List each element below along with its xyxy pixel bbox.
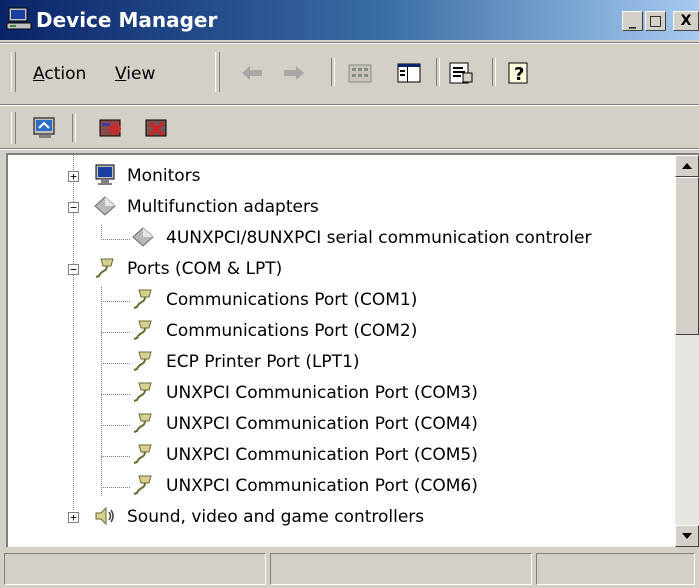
menu-action-mnemonic: A <box>33 64 45 84</box>
tree-item-label: Monitors <box>127 166 201 186</box>
update-driver-icon[interactable] <box>97 115 125 141</box>
tree-item-label: UNXPCI Communication Port (COM5) <box>166 445 478 465</box>
device-toolbar <box>0 106 699 150</box>
tree-item-lpt1[interactable]: ECP Printer Port (LPT1) <box>8 347 648 378</box>
toolbar-separator <box>492 58 496 86</box>
title-bar[interactable]: Device Manager _ □ X <box>0 0 699 40</box>
window-title: Device Manager <box>36 8 218 32</box>
separator-line <box>0 148 699 150</box>
show-hide-tree-icon[interactable] <box>395 60 423 86</box>
tree-item-label: 4UNXPCI/8UNXPCI serial communication con… <box>166 228 592 248</box>
svg-text:?: ? <box>514 64 524 85</box>
menu-view[interactable]: View <box>115 64 155 84</box>
close-button[interactable]: X <box>673 11 699 31</box>
tree-item-com4[interactable]: UNXPCI Communication Port (COM4) <box>8 409 648 440</box>
scroll-thumb[interactable] <box>675 177 699 335</box>
port-connector-icon <box>95 258 114 278</box>
port-connector-icon <box>133 289 152 309</box>
menu-view-label: iew <box>126 64 156 84</box>
toolbar-separator <box>72 114 76 142</box>
tree-item-label: UNXPCI Communication Port (COM3) <box>166 383 478 403</box>
tree-item-label: Multifunction adapters <box>127 197 319 217</box>
multifunction-adapter-icon <box>94 196 116 216</box>
port-connector-icon <box>133 382 152 402</box>
vertical-scrollbar[interactable] <box>675 155 699 547</box>
tree-item-label: UNXPCI Communication Port (COM4) <box>166 414 478 434</box>
properties-icon[interactable] <box>447 60 475 86</box>
scroll-up-button[interactable] <box>675 155 699 177</box>
expand-button[interactable]: + <box>68 512 79 523</box>
tree-item-label: Sound, video and game controllers <box>127 507 425 527</box>
tree-item-label: Communications Port (COM1) <box>166 290 418 310</box>
device-manager-icon <box>6 7 32 30</box>
arrow-down-icon <box>682 533 692 539</box>
uninstall-device-icon[interactable] <box>143 115 171 141</box>
scroll-down-button[interactable] <box>675 525 699 547</box>
toolbar-separator <box>436 58 440 86</box>
menu-toolbar: Action View ? <box>0 40 699 106</box>
back-arrow-icon[interactable] <box>238 60 266 86</box>
forward-arrow-icon[interactable] <box>280 60 308 86</box>
tree-item-label: ECP Printer Port (LPT1) <box>166 352 360 372</box>
tree-item-com5[interactable]: UNXPCI Communication Port (COM5) <box>8 440 648 471</box>
status-pane-tertiary <box>536 553 695 585</box>
port-connector-icon <box>133 320 152 340</box>
tree-item-label: Communications Port (COM2) <box>166 321 418 341</box>
speaker-icon <box>95 506 114 526</box>
collapse-button[interactable]: − <box>68 264 79 275</box>
tree-item-com2[interactable]: Communications Port (COM2) <box>8 316 648 347</box>
toolbar-separator <box>331 58 335 86</box>
toolbar-grip[interactable] <box>215 52 220 92</box>
toolbar-grip[interactable] <box>11 52 16 92</box>
port-connector-icon <box>133 475 152 495</box>
help-icon[interactable]: ? <box>506 60 534 86</box>
maximize-button[interactable]: □ <box>645 11 666 31</box>
menu-action-label: ction <box>44 64 87 84</box>
tree-item-com1[interactable]: Communications Port (COM1) <box>8 285 648 316</box>
collapse-button[interactable]: − <box>68 202 79 213</box>
scan-hardware-icon[interactable] <box>31 115 59 141</box>
device-tree[interactable]: + Monitors − Multifunction adapters 4UNX… <box>6 153 699 547</box>
status-pane-secondary <box>270 553 532 585</box>
minimize-button[interactable]: _ <box>622 11 643 31</box>
separator-line <box>0 42 699 44</box>
port-connector-icon <box>133 413 152 433</box>
menu-view-mnemonic: V <box>115 64 127 84</box>
tree-item-ports[interactable]: − Ports (COM & LPT) <box>8 254 648 285</box>
tree-item-multifunction-adapters[interactable]: − Multifunction adapters <box>8 192 648 223</box>
tree-item-monitors[interactable]: + Monitors <box>8 161 648 192</box>
port-connector-icon <box>133 444 152 464</box>
monitor-icon <box>95 164 115 185</box>
expand-button[interactable]: + <box>68 171 79 182</box>
menu-action[interactable]: Action <box>33 64 86 84</box>
tree-item-com3[interactable]: UNXPCI Communication Port (COM3) <box>8 378 648 409</box>
port-connector-icon <box>133 351 152 371</box>
status-bar <box>0 550 699 588</box>
tree-item-label: Ports (COM & LPT) <box>127 259 283 279</box>
toolbar-grip[interactable] <box>11 112 16 144</box>
up-folder-icon[interactable] <box>346 60 374 86</box>
tree-item-label: UNXPCI Communication Port (COM6) <box>166 476 478 496</box>
tree-item-sound-video-game[interactable]: + Sound, video and game controllers <box>8 502 648 533</box>
multifunction-adapter-icon <box>132 227 154 247</box>
tree-item-com6[interactable]: UNXPCI Communication Port (COM6) <box>8 471 648 502</box>
status-pane-main <box>4 553 266 585</box>
arrow-up-icon <box>682 163 692 169</box>
tree-item-unxpci-controller[interactable]: 4UNXPCI/8UNXPCI serial communication con… <box>8 223 648 254</box>
